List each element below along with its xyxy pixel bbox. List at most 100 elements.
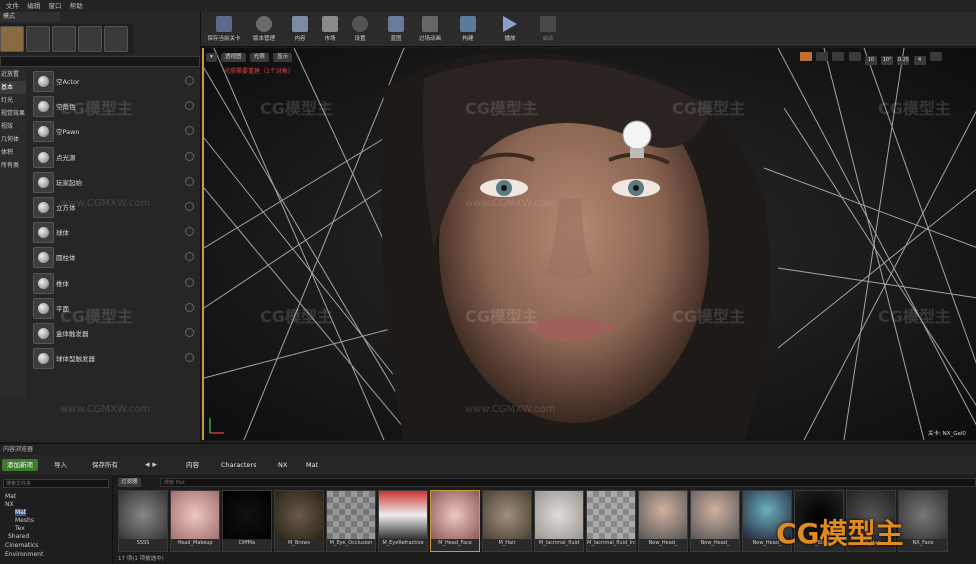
- category-lights[interactable]: 灯光: [0, 94, 26, 107]
- paint-mode-icon[interactable]: [26, 26, 50, 52]
- list-item[interactable]: 球体型触发器: [28, 345, 198, 370]
- asset-tile[interactable]: M_lacrimal_fluid_Inst: [586, 490, 636, 552]
- info-icon[interactable]: [185, 176, 194, 186]
- breadcrumb-characters[interactable]: Characters: [221, 459, 256, 471]
- maximize-icon[interactable]: [929, 52, 942, 61]
- grid-snap-value[interactable]: 10: [864, 56, 877, 65]
- category-volumes[interactable]: 体积: [0, 146, 26, 159]
- info-icon[interactable]: [185, 227, 194, 237]
- menu-window[interactable]: 窗口: [48, 0, 61, 12]
- blueprints-button[interactable]: 蓝图: [383, 14, 409, 45]
- menu-edit[interactable]: 编辑: [27, 0, 40, 12]
- list-item[interactable]: 点光源: [28, 144, 198, 169]
- modes-tab[interactable]: 模式: [0, 12, 60, 22]
- asset-tile[interactable]: New_Head_: [690, 490, 740, 552]
- camera-speed-value[interactable]: 4: [913, 56, 926, 65]
- show-button[interactable]: 显示: [273, 53, 293, 62]
- list-item[interactable]: 玩家起始: [28, 169, 198, 194]
- launch-button[interactable]: 启动: [535, 14, 561, 45]
- toolbar-label: 蓝图: [390, 36, 402, 42]
- breadcrumb-nx[interactable]: NX: [278, 459, 287, 471]
- perspective-button[interactable]: 透视图: [221, 53, 246, 62]
- modes-search-input[interactable]: [0, 56, 200, 67]
- scale-snap-value[interactable]: 0.25: [897, 56, 910, 65]
- category-basic[interactable]: 基本: [0, 81, 26, 94]
- filters-button[interactable]: 过滤器: [118, 478, 141, 487]
- asset-tile[interactable]: M_Head_Face: [430, 490, 480, 552]
- add-new-button[interactable]: 添加新项: [2, 459, 38, 471]
- menu-help[interactable]: 帮助: [70, 0, 83, 12]
- save-all-button[interactable]: 保存所有: [92, 459, 118, 471]
- asset-tile[interactable]: New_Head_: [638, 490, 688, 552]
- asset-tile[interactable]: M_Hair: [482, 490, 532, 552]
- category-all[interactable]: 所有类: [0, 159, 26, 172]
- world-icon[interactable]: [848, 52, 861, 61]
- asset-tile[interactable]: NX_Face: [898, 490, 948, 552]
- category-visual[interactable]: 视觉效果: [0, 107, 26, 120]
- tree-item[interactable]: Mat: [15, 509, 27, 516]
- info-icon[interactable]: [185, 302, 194, 312]
- info-icon[interactable]: [185, 353, 194, 363]
- menu-file[interactable]: 文件: [6, 0, 19, 12]
- asset-tile[interactable]: M_EyeRefractive: [378, 490, 428, 552]
- marketplace-button[interactable]: 市场: [317, 14, 343, 45]
- info-icon[interactable]: [185, 151, 194, 161]
- list-item[interactable]: 空Pawn: [28, 118, 198, 143]
- content-button[interactable]: 内容: [287, 14, 313, 45]
- foliage-mode-icon[interactable]: [78, 26, 102, 52]
- move-icon[interactable]: [800, 52, 812, 61]
- source-control-button[interactable]: 版本管理: [247, 14, 281, 45]
- list-item[interactable]: 椎体: [28, 270, 198, 295]
- info-icon[interactable]: [185, 101, 194, 111]
- rotation-snap-value[interactable]: 10°: [881, 56, 894, 65]
- actor-icon: [33, 71, 54, 92]
- history-arrows-icon[interactable]: ◂ ▸: [145, 459, 157, 471]
- info-icon[interactable]: [185, 76, 194, 85]
- viewport-menu-icon[interactable]: ▾: [206, 53, 217, 62]
- info-icon[interactable]: [185, 327, 194, 337]
- geometry-mode-icon[interactable]: [104, 26, 128, 52]
- tree-item[interactable]: Shared: [8, 533, 29, 540]
- category-geometry[interactable]: 几何体: [0, 133, 26, 146]
- tree-item[interactable]: Cinematics: [5, 542, 38, 549]
- tree-item[interactable]: Mat: [5, 493, 16, 500]
- list-item-label: 椎体: [56, 279, 69, 288]
- asset-search-input[interactable]: 搜索 Mat: [160, 478, 976, 487]
- info-icon[interactable]: [185, 126, 194, 136]
- breadcrumb-mat[interactable]: Mat: [306, 459, 318, 471]
- category-vfx[interactable]: 视效: [0, 120, 26, 133]
- asset-tile[interactable]: DiffMa: [222, 490, 272, 552]
- watermark-text: CG模型主: [878, 307, 951, 326]
- tree-item[interactable]: Meshs: [15, 517, 34, 524]
- asset-tile[interactable]: SSSS: [118, 490, 168, 552]
- tree-item[interactable]: Tex: [15, 525, 25, 532]
- asset-tile[interactable]: M_Brows: [274, 490, 324, 552]
- settings-button[interactable]: 设置: [347, 14, 373, 45]
- asset-tile[interactable]: Head_Makeup: [170, 490, 220, 552]
- place-mode-icon[interactable]: [0, 26, 24, 52]
- lit-button[interactable]: 光照: [249, 53, 269, 62]
- rotate-icon[interactable]: [816, 52, 829, 61]
- player-start-icon: [33, 171, 54, 193]
- info-icon[interactable]: [185, 277, 194, 287]
- list-item[interactable]: 球体: [28, 219, 198, 244]
- import-button[interactable]: 导入: [54, 459, 67, 471]
- tree-item[interactable]: Environment: [5, 551, 43, 558]
- asset-tile[interactable]: M_lacrimal_fluid: [534, 490, 584, 552]
- info-icon[interactable]: [185, 201, 194, 211]
- info-icon[interactable]: [185, 252, 194, 262]
- cinematics-button[interactable]: 过场动画: [413, 14, 447, 45]
- content-browser-tab[interactable]: 内容浏览器: [0, 443, 976, 455]
- scale-icon[interactable]: [832, 52, 845, 61]
- build-button[interactable]: 构建: [455, 14, 481, 45]
- folder-search-input[interactable]: 搜索文件夹: [3, 479, 109, 488]
- asset-tile[interactable]: M_Eye_Occlusion: [326, 490, 376, 552]
- landscape-mode-icon[interactable]: [52, 26, 76, 52]
- save-level-button[interactable]: 保存当前关卡: [203, 14, 245, 45]
- breadcrumb-content[interactable]: 内容: [186, 459, 199, 471]
- list-item[interactable]: 圆柱体: [28, 244, 198, 269]
- list-item[interactable]: 空Actor: [28, 68, 198, 93]
- category-recent[interactable]: 近放置: [0, 68, 26, 81]
- play-button[interactable]: 播放: [497, 14, 523, 45]
- tree-item[interactable]: NX: [5, 501, 14, 508]
